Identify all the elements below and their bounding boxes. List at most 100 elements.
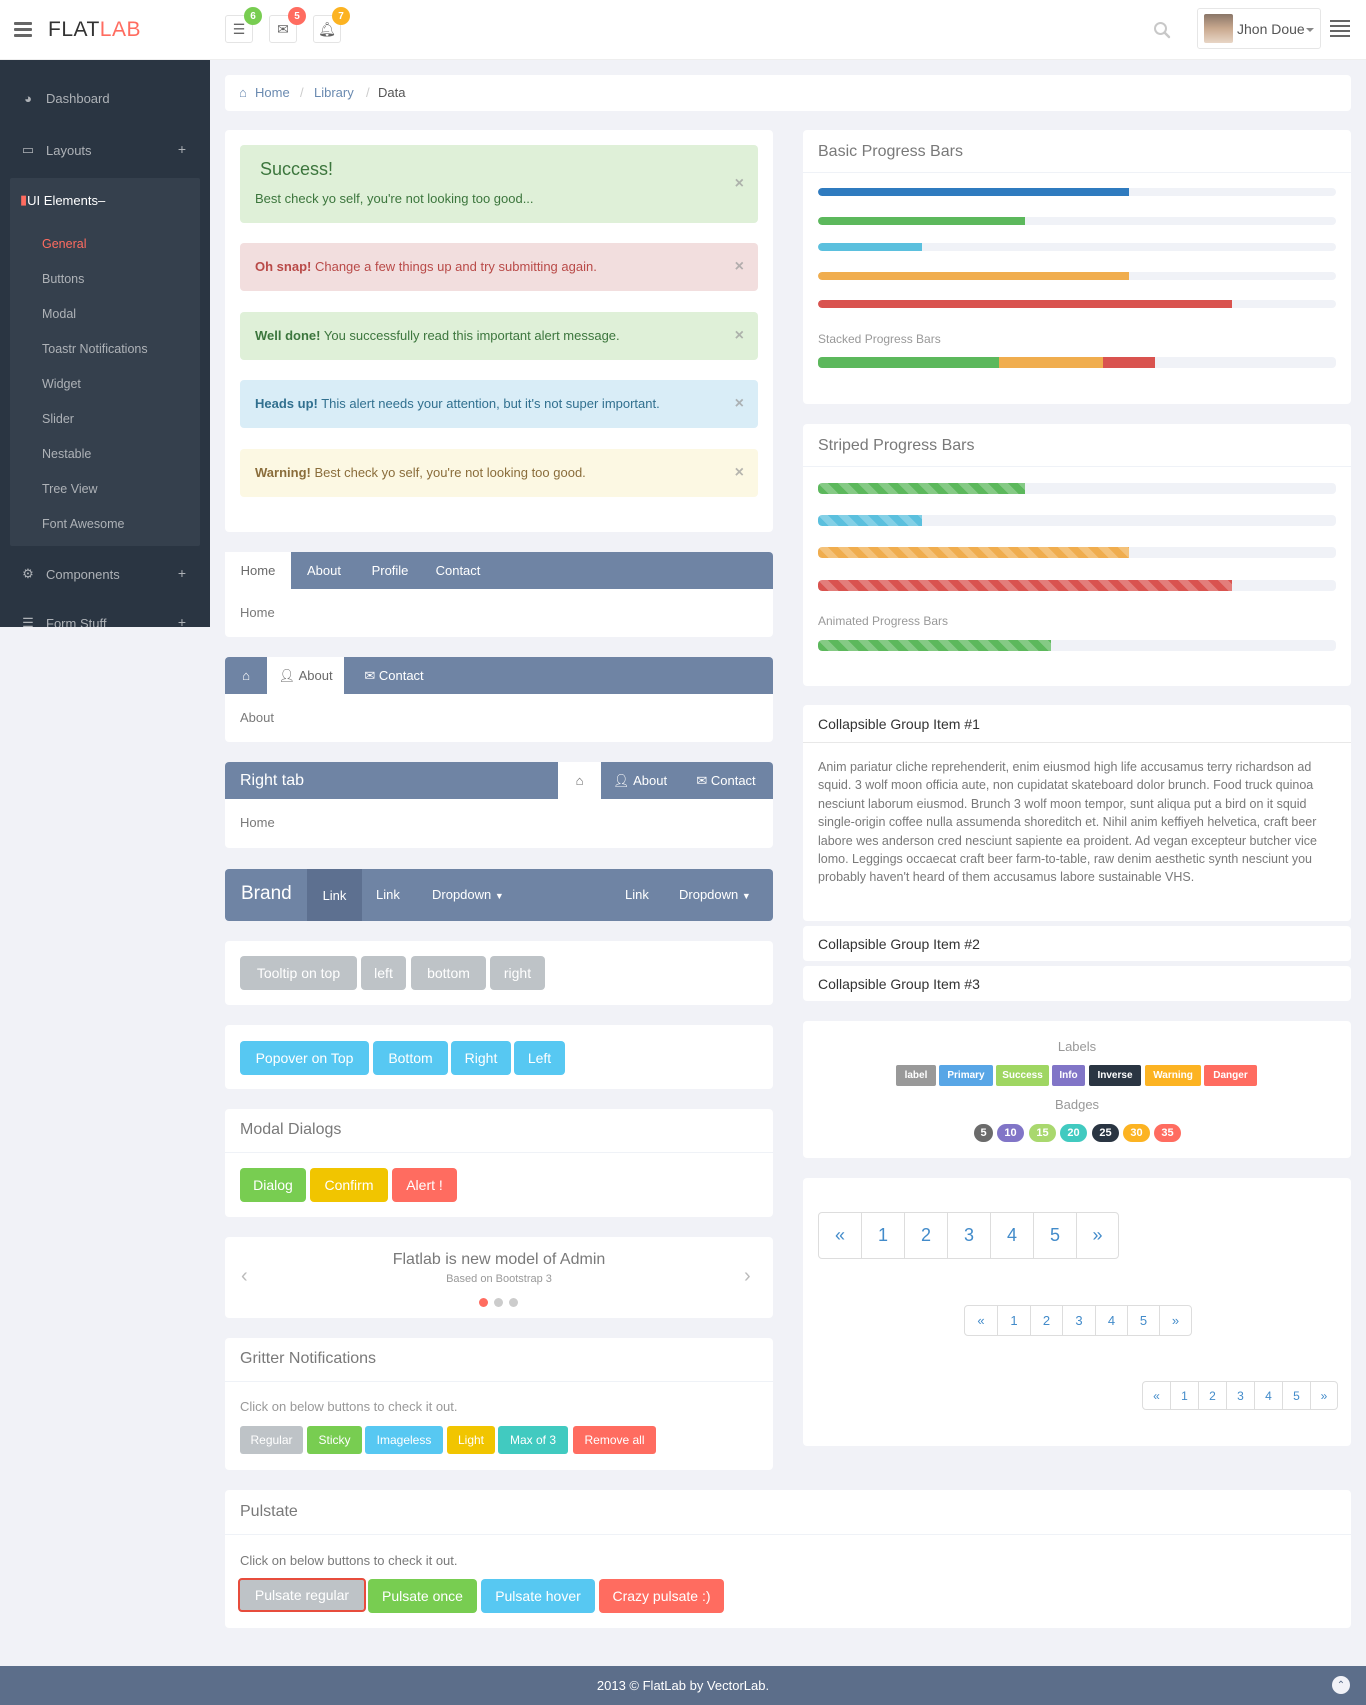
- pagination-page[interactable]: 2: [904, 1213, 947, 1258]
- popover-bottom-button[interactable]: Bottom: [373, 1041, 448, 1075]
- breadcrumb-data: Data: [378, 85, 406, 100]
- pagination-prev[interactable]: «: [965, 1306, 997, 1335]
- sidebar-item-ui-elements[interactable]: ▮ UI Elements –: [10, 178, 200, 222]
- close-icon[interactable]: ×: [735, 395, 744, 413]
- pagination-page[interactable]: 4: [990, 1213, 1033, 1258]
- sidebar-subitem-general[interactable]: General: [42, 237, 86, 251]
- navbar-dropdown[interactable]: Dropdown ▼: [679, 887, 751, 902]
- sidebar-item-layouts[interactable]: ▭ Layouts +: [0, 130, 210, 170]
- tasks-notification-button[interactable]: ☰ 6: [225, 7, 262, 43]
- pagination-next[interactable]: »: [1159, 1306, 1191, 1335]
- sidebar-subitem-slider[interactable]: Slider: [42, 412, 74, 426]
- navbar-link[interactable]: Link: [625, 887, 649, 902]
- sidebar-subitem-widget[interactable]: Widget: [42, 377, 81, 391]
- sidebar-subitem-tree-view[interactable]: Tree View: [42, 482, 98, 496]
- sidebar-subitem-modal[interactable]: Modal: [42, 307, 76, 321]
- sidebar-subitem-buttons[interactable]: Buttons: [42, 272, 84, 286]
- tab-profile[interactable]: Profile: [357, 552, 423, 589]
- gritter-imageless-button[interactable]: Imageless: [365, 1426, 443, 1454]
- pagination-page[interactable]: 5: [1033, 1213, 1076, 1258]
- sidebar-item-components[interactable]: ⚙ Components +: [0, 554, 210, 594]
- gritter-light-button[interactable]: Light: [447, 1426, 495, 1454]
- tab-contact[interactable]: Contact: [423, 552, 493, 589]
- sidebar-item-dashboard[interactable]: ◕ Dashboard: [0, 78, 210, 118]
- tab-home[interactable]: ⌂: [558, 762, 601, 799]
- sidebar-toggle-icon[interactable]: [14, 22, 32, 38]
- sidebar-item-form-stuff[interactable]: ☰ Form Stuff +: [0, 603, 210, 627]
- pagination-page[interactable]: 3: [1226, 1382, 1254, 1409]
- sidebar-subitem-nestable[interactable]: Nestable: [42, 447, 91, 461]
- carousel-indicator-active[interactable]: [479, 1298, 488, 1307]
- search-icon[interactable]: [1153, 21, 1171, 39]
- close-icon[interactable]: ×: [735, 327, 744, 345]
- gritter-max-button[interactable]: Max of 3: [498, 1426, 568, 1454]
- navbar-link[interactable]: Link: [376, 887, 400, 902]
- progress-fill: [818, 483, 1026, 494]
- pulsate-regular-button[interactable]: Pulsate regular: [238, 1578, 366, 1612]
- pagination-page[interactable]: 1: [861, 1213, 904, 1258]
- tooltip-right-button[interactable]: right: [490, 956, 545, 990]
- pulsate-hover-button[interactable]: Pulsate hover: [481, 1579, 595, 1613]
- popover-right-button[interactable]: Right: [451, 1041, 511, 1075]
- danger-alert: Oh snap! Change a few things up and try …: [240, 243, 758, 291]
- pagination-prev[interactable]: «: [819, 1213, 861, 1258]
- tab-home[interactable]: Home: [225, 552, 291, 589]
- pagination-page[interactable]: 4: [1095, 1306, 1127, 1335]
- gritter-sticky-button[interactable]: Sticky: [307, 1426, 362, 1454]
- close-icon[interactable]: ×: [735, 258, 744, 276]
- scroll-up-icon[interactable]: ⌃: [1332, 1676, 1350, 1694]
- tab-about[interactable]: 👤︎ About: [267, 657, 344, 694]
- sidebar-subitem-font-awesome[interactable]: Font Awesome: [42, 517, 124, 531]
- collapse-heading-2[interactable]: Collapsible Group Item #2: [818, 936, 980, 952]
- alert-button[interactable]: Alert !: [392, 1168, 457, 1202]
- dialog-button[interactable]: Dialog: [240, 1168, 306, 1202]
- pagination-page[interactable]: 1: [997, 1306, 1030, 1335]
- popover-top-button[interactable]: Popover on Top: [240, 1041, 369, 1075]
- logo[interactable]: FLATLAB: [48, 18, 141, 42]
- tab-contact[interactable]: ✉ Contact: [679, 762, 773, 799]
- pagination-next[interactable]: »: [1310, 1382, 1337, 1409]
- pagination-page[interactable]: 5: [1127, 1306, 1159, 1335]
- breadcrumb-home[interactable]: Home: [255, 85, 290, 100]
- tab-home[interactable]: ⌂: [225, 657, 267, 694]
- pagination-page[interactable]: 2: [1198, 1382, 1226, 1409]
- crazy-pulsate-button[interactable]: Crazy pulsate :): [599, 1579, 724, 1613]
- pagination-prev[interactable]: «: [1143, 1382, 1170, 1409]
- tooltip-left-button[interactable]: left: [361, 956, 406, 990]
- inbox-notification-button[interactable]: ✉ 5: [269, 7, 306, 43]
- navbar-dropdown[interactable]: Dropdown ▼: [432, 887, 504, 902]
- labels-title: Labels: [1057, 1039, 1097, 1054]
- breadcrumb-library[interactable]: Library: [314, 85, 354, 100]
- pagination-page[interactable]: 2: [1030, 1306, 1062, 1335]
- close-icon[interactable]: ×: [735, 175, 744, 193]
- collapse-heading-3[interactable]: Collapsible Group Item #3: [818, 976, 980, 992]
- tab-contact[interactable]: ✉ Contact: [344, 657, 444, 694]
- close-icon[interactable]: ×: [735, 464, 744, 482]
- user-menu[interactable]: Jhon Doue: [1197, 8, 1321, 49]
- gritter-remove-all-button[interactable]: Remove all: [573, 1426, 656, 1454]
- pagination-page[interactable]: 3: [947, 1213, 990, 1258]
- pagination-page[interactable]: 5: [1282, 1382, 1310, 1409]
- popover-left-button[interactable]: Left: [514, 1041, 565, 1075]
- tab-about[interactable]: 👤︎ About: [601, 762, 679, 799]
- pagination-page[interactable]: 1: [1170, 1382, 1198, 1409]
- alerts-notification-button[interactable]: 🔔︎ 7: [313, 7, 350, 43]
- confirm-button[interactable]: Confirm: [310, 1168, 388, 1202]
- carousel-indicator[interactable]: [509, 1298, 518, 1307]
- tab-about[interactable]: About: [291, 552, 357, 589]
- tooltip-top-button[interactable]: Tooltip on top: [240, 956, 357, 990]
- carousel-indicator[interactable]: [494, 1298, 503, 1307]
- collapse-heading-1[interactable]: Collapsible Group Item #1: [818, 716, 980, 732]
- sidebar-subitem-toastr[interactable]: Toastr Notifications: [42, 342, 148, 356]
- badges-title: Badges: [1054, 1097, 1100, 1112]
- navbar-link-active[interactable]: Link: [307, 869, 362, 921]
- pagination-next[interactable]: »: [1076, 1213, 1118, 1258]
- pagination-page[interactable]: 4: [1254, 1382, 1282, 1409]
- navbar-brand[interactable]: Brand: [241, 883, 292, 905]
- gritter-regular-button[interactable]: Regular: [240, 1426, 303, 1454]
- pagination-page[interactable]: 3: [1062, 1306, 1095, 1335]
- pulsate-hint: Click on below buttons to check it out.: [240, 1553, 458, 1568]
- right-sidebar-toggle-icon[interactable]: [1330, 20, 1350, 37]
- tooltip-bottom-button[interactable]: bottom: [411, 956, 486, 990]
- pulsate-once-button[interactable]: Pulsate once: [368, 1579, 477, 1613]
